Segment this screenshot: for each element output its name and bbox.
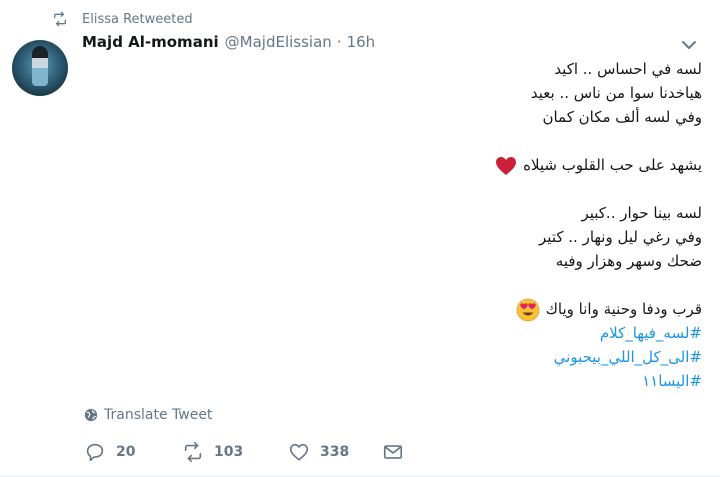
translate-tweet-link[interactable]: Translate Tweet (84, 407, 212, 423)
retweet-icon (184, 442, 202, 462)
avatar-figure (32, 46, 48, 86)
header-separator: · (336, 33, 342, 51)
retweet-icon (54, 11, 66, 27)
globe-icon (84, 408, 98, 422)
direct-message-button[interactable] (382, 441, 414, 463)
chevron-down-icon[interactable] (680, 38, 698, 52)
hashtag-link[interactable]: #لسه_فيها_كلام (142, 321, 702, 345)
hashtag-link[interactable]: #الى_كل_اللي_بيحبوني (142, 345, 702, 369)
tweet-line-with-emoji: قرب ودفا وحنية وانا وياك (142, 297, 702, 321)
reply-count: 20 (116, 444, 136, 460)
red-heart-icon (496, 156, 517, 175)
tweet-actions: 20 103 338 (84, 441, 414, 463)
heart-eyes-face-icon (516, 298, 539, 321)
like-count: 338 (320, 444, 350, 460)
like-button[interactable]: 338 (288, 441, 382, 463)
tweet-header: Majd Al-momani @MajdElissian · 16h (82, 33, 375, 57)
line-break (142, 177, 702, 201)
reply-button[interactable]: 20 (84, 441, 182, 463)
tweet-line-with-heart: يشهد على حب القلوب شيلاه (142, 153, 702, 177)
tweet-line: وفي رغي ليل ونهار .. كتير (539, 228, 702, 246)
envelope-icon (383, 445, 403, 459)
retweet-button[interactable]: 103 (182, 441, 288, 463)
tweet-line: لسه بينا حوار ..كبير (581, 204, 702, 222)
line-break (142, 273, 702, 297)
tweet-line: وفي لسه ألف مكان كمان (542, 108, 702, 126)
reply-icon (86, 443, 104, 462)
translate-label[interactable]: Translate Tweet (104, 407, 212, 423)
tweet-time[interactable]: 16h (347, 33, 376, 51)
hashtag-link[interactable]: #اليسا١١ (142, 369, 702, 393)
heart-icon (289, 443, 309, 461)
tweet-line: لسه في احساس .. اكيد (554, 60, 702, 78)
retweet-context: Elissa Retweeted (52, 10, 193, 28)
tweet-line: هياخدنا سوا من ناس .. بعيد (530, 84, 702, 102)
retweet-context-text: Elissa Retweeted (82, 11, 193, 27)
retweet-count: 103 (214, 444, 244, 460)
tweet-card[interactable]: Elissa Retweeted Majd Al-momani @MajdEli… (0, 0, 720, 477)
author-name[interactable]: Majd Al-momani (82, 33, 219, 51)
tweet-text: لسه في احساس .. اكيد هياخدنا سوا من ناس … (142, 57, 702, 393)
line-break (142, 129, 702, 153)
tweet-line: ضحك وسهر وهزار وفيه (555, 252, 702, 270)
avatar[interactable] (12, 40, 68, 96)
author-handle[interactable]: @MajdElissian (225, 33, 332, 51)
tweet-line-text: قرب ودفا وحنية وانا وياك (545, 300, 702, 318)
tweet-line-text: يشهد على حب القلوب شيلاه (523, 156, 702, 174)
